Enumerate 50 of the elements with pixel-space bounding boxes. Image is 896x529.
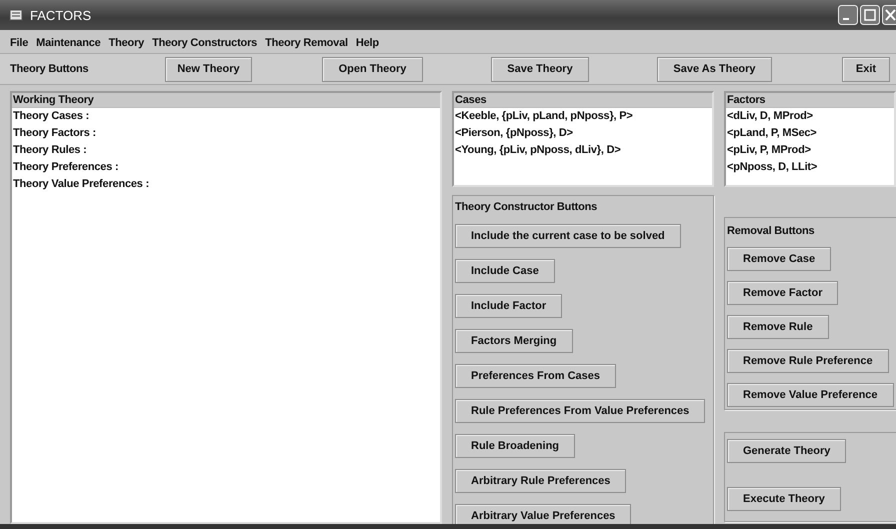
constructor-button[interactable]: Rule Preferences From Value Preferences	[455, 399, 706, 423]
theory-button[interactable]: Execute Theory	[727, 487, 841, 511]
menu-item[interactable]: Theory Constructors	[152, 37, 258, 49]
toolbar-label: Theory Buttons	[10, 63, 90, 75]
case-item[interactable]: <Pierson, {pNposs}, D>	[454, 125, 712, 142]
constructor-button[interactable]: Preferences From Cases	[455, 364, 616, 388]
panel-header: Working Theory	[12, 93, 440, 108]
factor-item[interactable]: <pLiv, P, MProd>	[726, 142, 894, 159]
removal-button[interactable]: Remove Rule Preference	[727, 349, 889, 373]
theory-line: Theory Value Preferences :	[12, 177, 150, 192]
constructor-button[interactable]: Include Factor	[455, 294, 562, 318]
constructor-button[interactable]: Include the current case to be solved	[455, 224, 681, 248]
theory-line: Theory Preferences :	[12, 160, 120, 175]
toolbar-button[interactable]: New Theory	[165, 56, 252, 82]
constructor-button[interactable]: Include Case	[455, 259, 555, 283]
constructor-button[interactable]: Factors Merging	[455, 329, 573, 353]
removal-button[interactable]: Remove Value Preference	[727, 383, 894, 407]
panel-title: Theory Constructor Buttons	[455, 200, 598, 214]
constructor-button[interactable]: Rule Broadening	[455, 434, 576, 458]
close-icon[interactable]	[882, 5, 896, 25]
toolbar-button[interactable]: Save Theory	[491, 56, 589, 82]
theory-line: Theory Cases :	[12, 109, 90, 124]
case-item[interactable]: <Keeble, {pLiv, pLand, pNposs}, P>	[454, 108, 712, 125]
app-icon	[8, 7, 24, 23]
menu-item[interactable]: Theory Removal	[265, 37, 348, 49]
window-title: FACTORS	[30, 8, 92, 22]
factor-item[interactable]: <pNposs, D, LLit>	[726, 159, 894, 176]
menu-item[interactable]: Help	[356, 37, 379, 49]
toolbar-button[interactable]: Exit	[842, 56, 890, 82]
factor-item[interactable]: <dLiv, D, MProd>	[726, 108, 894, 125]
factor-item[interactable]: <pLand, P, MSec>	[726, 125, 894, 142]
menu-item[interactable]: Theory	[108, 37, 144, 49]
menu-item[interactable]: File	[10, 37, 28, 49]
panel-title: Removal Buttons	[727, 224, 814, 238]
minimize-icon[interactable]	[838, 5, 858, 25]
case-item[interactable]: <Young, {pLiv, pNposs, dLiv}, D>	[454, 142, 712, 159]
maximize-icon[interactable]	[860, 5, 880, 25]
removal-button[interactable]: Remove Rule	[727, 315, 829, 339]
toolbar-button[interactable]: Save As Theory	[657, 56, 772, 82]
constructor-button[interactable]: Arbitrary Rule Preferences	[455, 469, 626, 493]
removal-button[interactable]: Remove Factor	[727, 281, 838, 305]
toolbar-button[interactable]: Open Theory	[322, 56, 423, 82]
list-header: Factors	[726, 93, 894, 108]
theory-line: Theory Rules :	[12, 143, 88, 158]
theory-button[interactable]: Generate Theory	[727, 439, 846, 463]
removal-button[interactable]: Remove Case	[727, 247, 832, 271]
list-header: Cases	[454, 93, 712, 108]
constructor-button[interactable]: Arbitrary Value Preferences	[455, 504, 632, 524]
theory-line: Theory Factors :	[12, 126, 97, 141]
menu-item[interactable]: Maintenance	[36, 37, 101, 49]
